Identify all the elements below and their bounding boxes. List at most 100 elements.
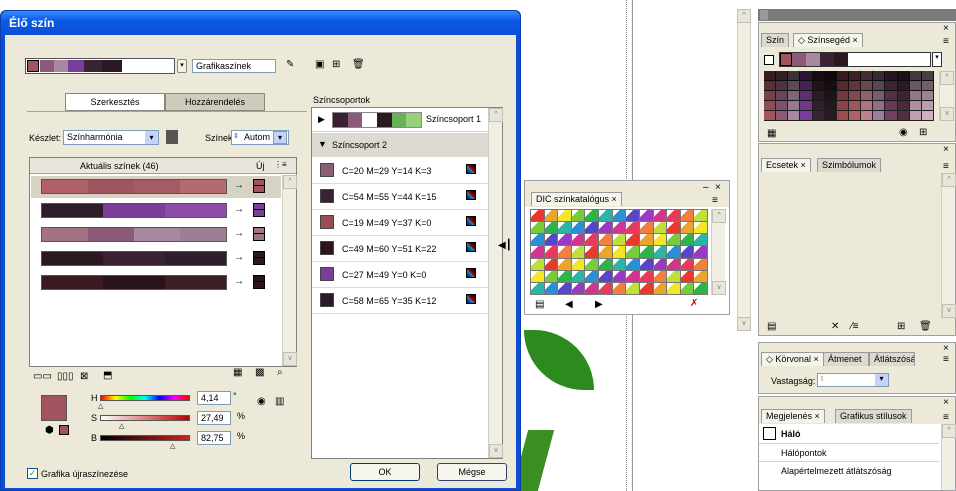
dic-swatch[interactable]	[544, 246, 559, 259]
guide-swatch[interactable]	[800, 81, 813, 91]
guide-swatch[interactable]	[764, 81, 777, 91]
guide-swatch[interactable]	[861, 111, 874, 121]
guide-swatch[interactable]	[873, 111, 886, 121]
delete-group-icon[interactable]: 🗑︎	[352, 60, 365, 70]
guide-swatch[interactable]	[824, 101, 837, 111]
b-slider-thumb[interactable]: △	[170, 442, 175, 450]
guide-swatch[interactable]	[873, 101, 886, 111]
guide-swatch[interactable]	[824, 111, 837, 121]
s-value-field[interactable]: 27,49	[197, 411, 231, 425]
group-color-row[interactable]: C=27 M=49 Y=0 K=0	[312, 262, 488, 288]
exclude-colors-icon[interactable]: ⊠	[80, 372, 88, 382]
dic-swatch[interactable]	[639, 234, 654, 247]
guide-swatch[interactable]	[824, 91, 837, 101]
dic-prev-icon[interactable]: ◀	[565, 300, 573, 310]
dic-swatch[interactable]	[680, 246, 695, 259]
slider-mode-icon[interactable]: ◉	[257, 397, 266, 407]
appearance-item-mesh[interactable]: Háló	[781, 429, 801, 439]
group-color-swatch[interactable]	[320, 163, 334, 177]
map-arrow-icon[interactable]: →	[234, 180, 244, 191]
dic-swatch[interactable]	[571, 234, 586, 247]
preset-select[interactable]: Színharmónia ▾	[63, 130, 159, 145]
dic-swatch[interactable]	[653, 234, 668, 247]
dic-swatch[interactable]	[667, 270, 681, 283]
dic-swatch[interactable]	[694, 270, 708, 283]
guide-swatch[interactable]	[764, 111, 777, 121]
edit-library-icon[interactable]: ✎	[286, 60, 294, 70]
tab-color[interactable]: Szín	[761, 33, 790, 47]
guide-swatch[interactable]	[885, 111, 898, 121]
color-mode-icon[interactable]: ▥	[275, 397, 284, 407]
dic-swatch[interactable]	[544, 222, 559, 235]
dic-swatch[interactable]	[680, 270, 695, 283]
dic-no-color-icon[interactable]: ✗	[690, 299, 698, 309]
brushes-close-icon[interactable]: ×	[943, 145, 949, 155]
dic-swatch[interactable]	[626, 246, 640, 259]
guide-swatch[interactable]	[885, 91, 898, 101]
harmony-strip[interactable]	[779, 52, 931, 67]
dic-swatch[interactable]	[599, 210, 613, 223]
color-guide-scrollbar[interactable]: ^ v	[939, 71, 954, 121]
find-color-icon[interactable]: ⌕	[277, 368, 283, 378]
remove-brush-stroke-icon[interactable]: ✕	[831, 322, 839, 332]
dic-swatch[interactable]	[531, 210, 545, 223]
dic-swatch[interactable]	[653, 246, 668, 259]
dic-swatch[interactable]	[626, 234, 640, 247]
dic-swatch[interactable]	[612, 222, 627, 235]
dic-swatch[interactable]	[585, 222, 600, 235]
guide-swatch[interactable]	[788, 81, 801, 91]
current-color-row[interactable]: →	[31, 200, 281, 222]
dic-swatch[interactable]	[639, 246, 654, 259]
dic-swatch[interactable]	[585, 234, 600, 247]
current-color-bar[interactable]	[41, 227, 227, 242]
dic-swatch[interactable]	[558, 258, 572, 271]
guide-swatch[interactable]	[788, 91, 801, 101]
dic-swatch[interactable]	[639, 222, 654, 235]
new-color-swatch[interactable]	[253, 179, 265, 193]
dic-swatch[interactable]	[571, 270, 586, 283]
preset-options-icon[interactable]	[166, 130, 178, 144]
dic-swatch[interactable]	[599, 270, 613, 283]
random-order-icon[interactable]: ▦	[233, 368, 242, 378]
dic-swatch[interactable]	[531, 222, 545, 235]
tab-dic[interactable]: DIC színkatalógus ×	[531, 192, 622, 206]
dic-swatch[interactable]	[544, 210, 559, 223]
guide-swatch[interactable]	[921, 71, 934, 81]
guide-swatch[interactable]	[812, 91, 825, 101]
dic-swatch[interactable]	[544, 270, 559, 283]
new-brush-icon[interactable]: ⊞	[897, 322, 905, 332]
guide-swatch[interactable]	[849, 91, 862, 101]
recolor-checkbox[interactable]: ✓	[27, 468, 38, 479]
dic-swatch[interactable]	[694, 246, 708, 259]
dic-swatch[interactable]	[639, 282, 654, 295]
dic-swatch[interactable]	[653, 210, 668, 223]
group-color-row[interactable]: C=49 M=60 Y=51 K=22	[312, 236, 488, 262]
guide-swatch[interactable]	[861, 91, 874, 101]
dic-swatch[interactable]	[558, 282, 572, 295]
current-color-row[interactable]: →	[31, 272, 281, 294]
guide-swatch[interactable]	[788, 111, 801, 121]
guide-swatch[interactable]	[909, 71, 922, 81]
dic-swatch[interactable]	[667, 258, 681, 271]
guide-swatch[interactable]	[897, 71, 910, 81]
appearance-scrollbar[interactable]: ^	[941, 424, 956, 490]
appearance-close-icon[interactable]: ×	[943, 398, 949, 408]
dic-swatch[interactable]	[653, 270, 668, 283]
dic-swatch[interactable]	[667, 246, 681, 259]
group-color-row[interactable]: C=58 M=65 Y=35 K=12	[312, 288, 488, 314]
dic-swatch[interactable]	[585, 210, 600, 223]
random-saturation-icon[interactable]: ▩	[255, 368, 264, 378]
dic-swatch[interactable]	[558, 222, 572, 235]
guide-swatch[interactable]	[800, 101, 813, 111]
dic-swatch[interactable]	[599, 246, 613, 259]
guide-swatch[interactable]	[764, 71, 777, 81]
dic-panel-close-icon[interactable]: ×	[715, 183, 721, 193]
guide-swatch[interactable]	[800, 111, 813, 121]
group2-row[interactable]: ▼ Színcsoport 2	[312, 133, 488, 157]
dic-swatch[interactable]	[571, 246, 586, 259]
dic-scrollbar[interactable]: ^ v	[711, 209, 726, 295]
guide-swatch[interactable]	[788, 71, 801, 81]
dic-next-icon[interactable]: ▶	[595, 300, 603, 310]
current-color-bar[interactable]	[41, 275, 227, 290]
dic-swatch[interactable]	[599, 234, 613, 247]
